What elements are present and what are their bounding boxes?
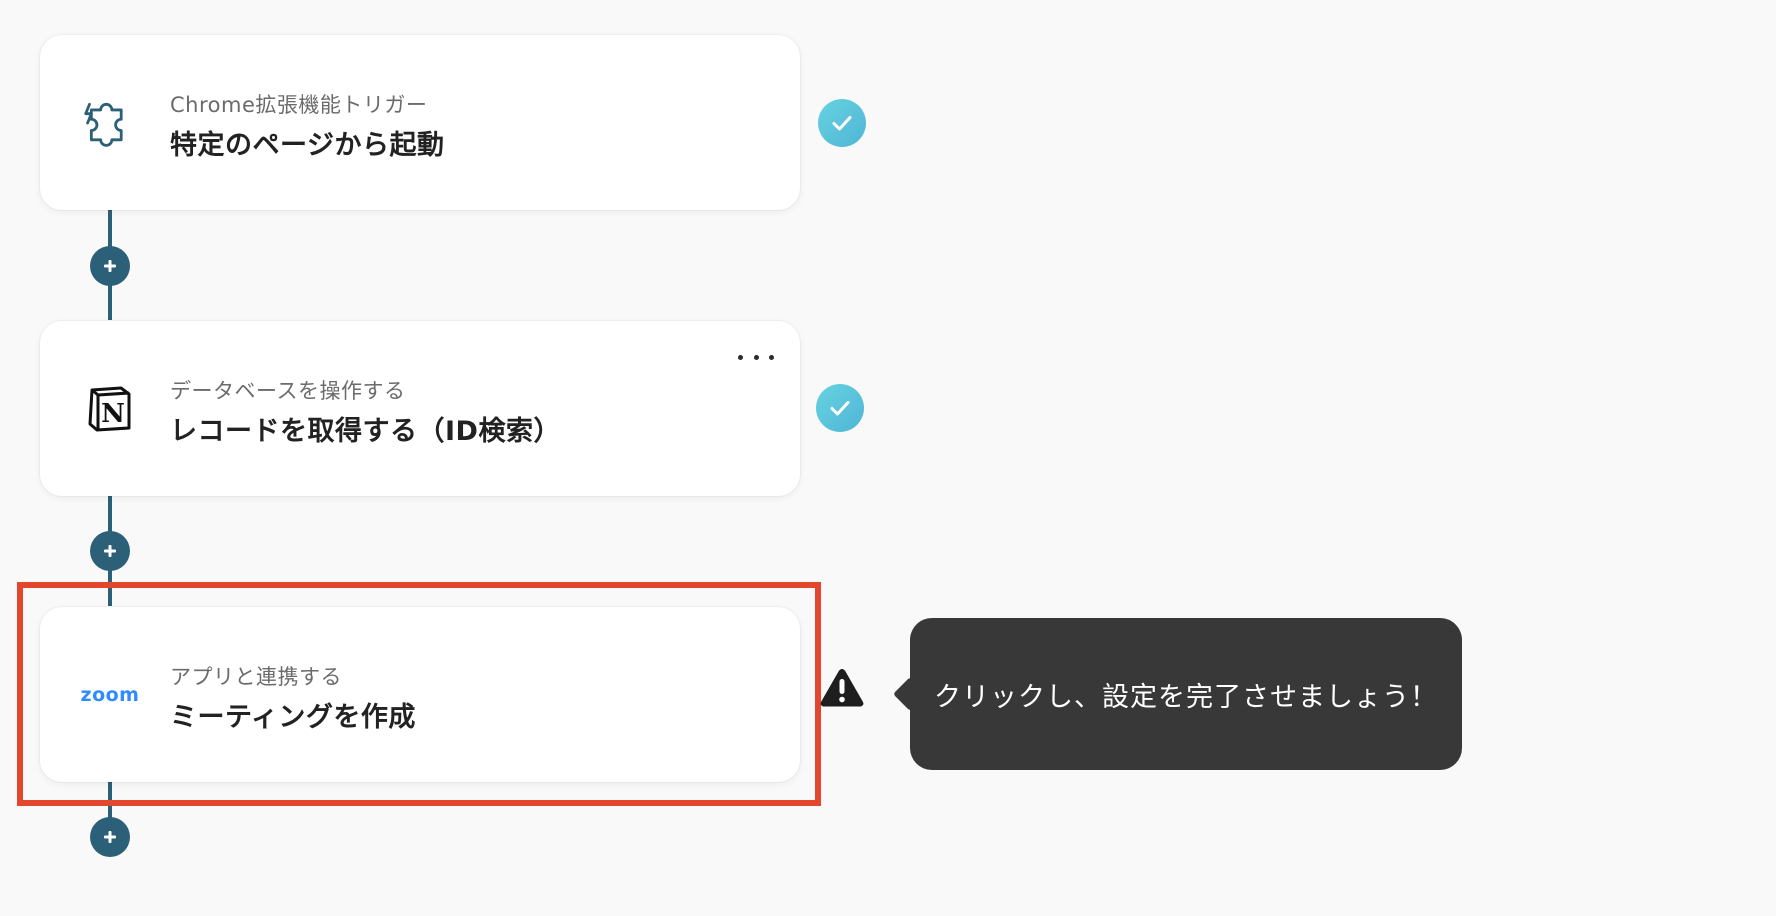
add-step-button[interactable] [90, 817, 130, 857]
notion-icon: N [82, 381, 138, 437]
step-subtitle: アプリと連携する [170, 665, 342, 689]
add-step-button[interactable] [90, 246, 130, 286]
add-step-button[interactable] [90, 531, 130, 571]
svg-text:N: N [101, 399, 125, 429]
step-subtitle: Chrome拡張機能トリガー [170, 93, 428, 117]
plus-icon [104, 831, 116, 843]
zoom-icon: zoom [80, 667, 140, 723]
setup-hint-tooltip: クリックし、設定を完了させましょう！ [910, 618, 1462, 770]
warning-icon [818, 666, 866, 710]
check-icon [832, 116, 852, 131]
step-complete-check [816, 384, 864, 432]
step-subtitle: データベースを操作する [170, 379, 406, 403]
step-card-notion-database[interactable]: N データベースを操作する レコードを取得する（ID検索） [40, 321, 800, 496]
step-complete-check [818, 99, 866, 147]
step-card-zoom-meeting[interactable]: zoom アプリと連携する ミーティングを作成 [40, 607, 800, 782]
check-icon [830, 401, 850, 416]
zoom-logo-text: zoom [80, 684, 140, 706]
step-title: 特定のページから起動 [170, 130, 445, 161]
chrome-extension-puzzle-icon [82, 95, 138, 151]
plus-icon [104, 260, 116, 272]
more-options-icon[interactable] [738, 349, 774, 365]
step-card-chrome-trigger[interactable]: Chrome拡張機能トリガー 特定のページから起動 [40, 35, 800, 210]
workflow-canvas: Chrome拡張機能トリガー 特定のページから起動 N データベースを操作する … [0, 0, 1776, 916]
step-title: ミーティングを作成 [170, 702, 416, 733]
tooltip-text: クリックし、設定を完了させましょう！ [934, 681, 1438, 713]
plus-icon [104, 545, 116, 557]
step-title: レコードを取得する（ID検索） [170, 416, 561, 447]
